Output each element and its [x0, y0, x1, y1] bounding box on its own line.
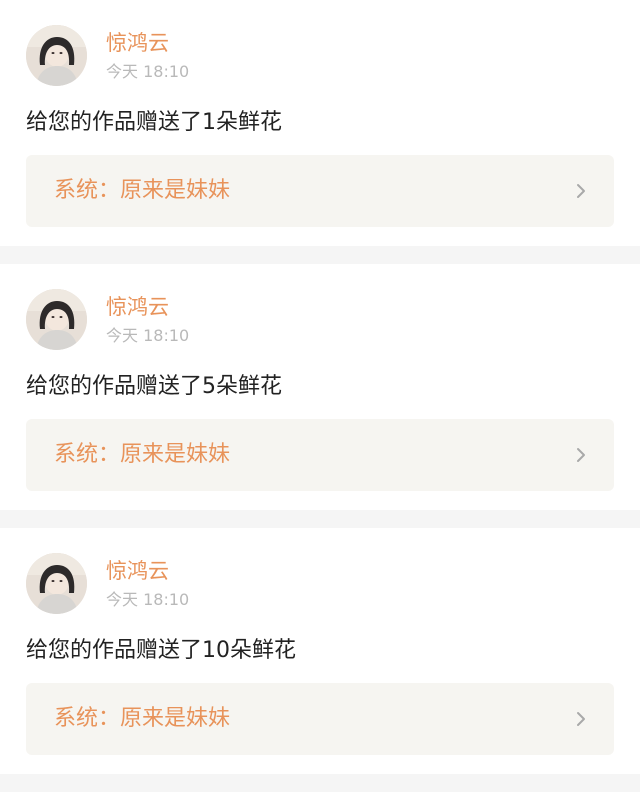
- notification-card: 惊鸿云 今天 18:10 给您的作品赠送了1朵鲜花 系统：原来是妹妹: [0, 0, 640, 246]
- username[interactable]: 惊鸿云: [106, 558, 169, 584]
- user-avatar[interactable]: [26, 553, 87, 614]
- system-message-box[interactable]: 系统：原来是妹妹: [26, 155, 614, 227]
- gift-message: 给您的作品赠送了10朵鲜花: [26, 638, 296, 663]
- avatar-portrait-icon: [26, 25, 87, 86]
- section-divider: [0, 510, 640, 528]
- user-avatar[interactable]: [26, 25, 87, 86]
- system-message-label: 系统：原来是妹妹: [54, 442, 231, 467]
- section-divider: [0, 774, 640, 792]
- system-message-label: 系统：原来是妹妹: [54, 706, 231, 731]
- system-message-box[interactable]: 系统：原来是妹妹: [26, 419, 614, 491]
- username[interactable]: 惊鸿云: [106, 30, 169, 56]
- system-message-label: 系统：原来是妹妹: [54, 178, 231, 203]
- chevron-right-icon: [577, 184, 585, 198]
- notification-feed: 惊鸿云 今天 18:10 给您的作品赠送了1朵鲜花 系统：原来是妹妹 惊鸿云 今…: [0, 0, 640, 792]
- system-message-box[interactable]: 系统：原来是妹妹: [26, 683, 614, 755]
- timestamp: 今天 18:10: [106, 590, 190, 609]
- avatar-portrait-icon: [26, 289, 87, 350]
- timestamp: 今天 18:10: [106, 62, 190, 81]
- gift-message: 给您的作品赠送了1朵鲜花: [26, 110, 282, 135]
- chevron-right-icon: [577, 712, 585, 726]
- user-avatar[interactable]: [26, 289, 87, 350]
- avatar-portrait-icon: [26, 553, 87, 614]
- notification-card: 惊鸿云 今天 18:10 给您的作品赠送了5朵鲜花 系统：原来是妹妹: [0, 264, 640, 510]
- username[interactable]: 惊鸿云: [106, 294, 169, 320]
- chevron-right-icon: [577, 448, 585, 462]
- timestamp: 今天 18:10: [106, 326, 190, 345]
- gift-message: 给您的作品赠送了5朵鲜花: [26, 374, 282, 399]
- section-divider: [0, 246, 640, 264]
- notification-card: 惊鸿云 今天 18:10 给您的作品赠送了10朵鲜花 系统：原来是妹妹: [0, 528, 640, 774]
